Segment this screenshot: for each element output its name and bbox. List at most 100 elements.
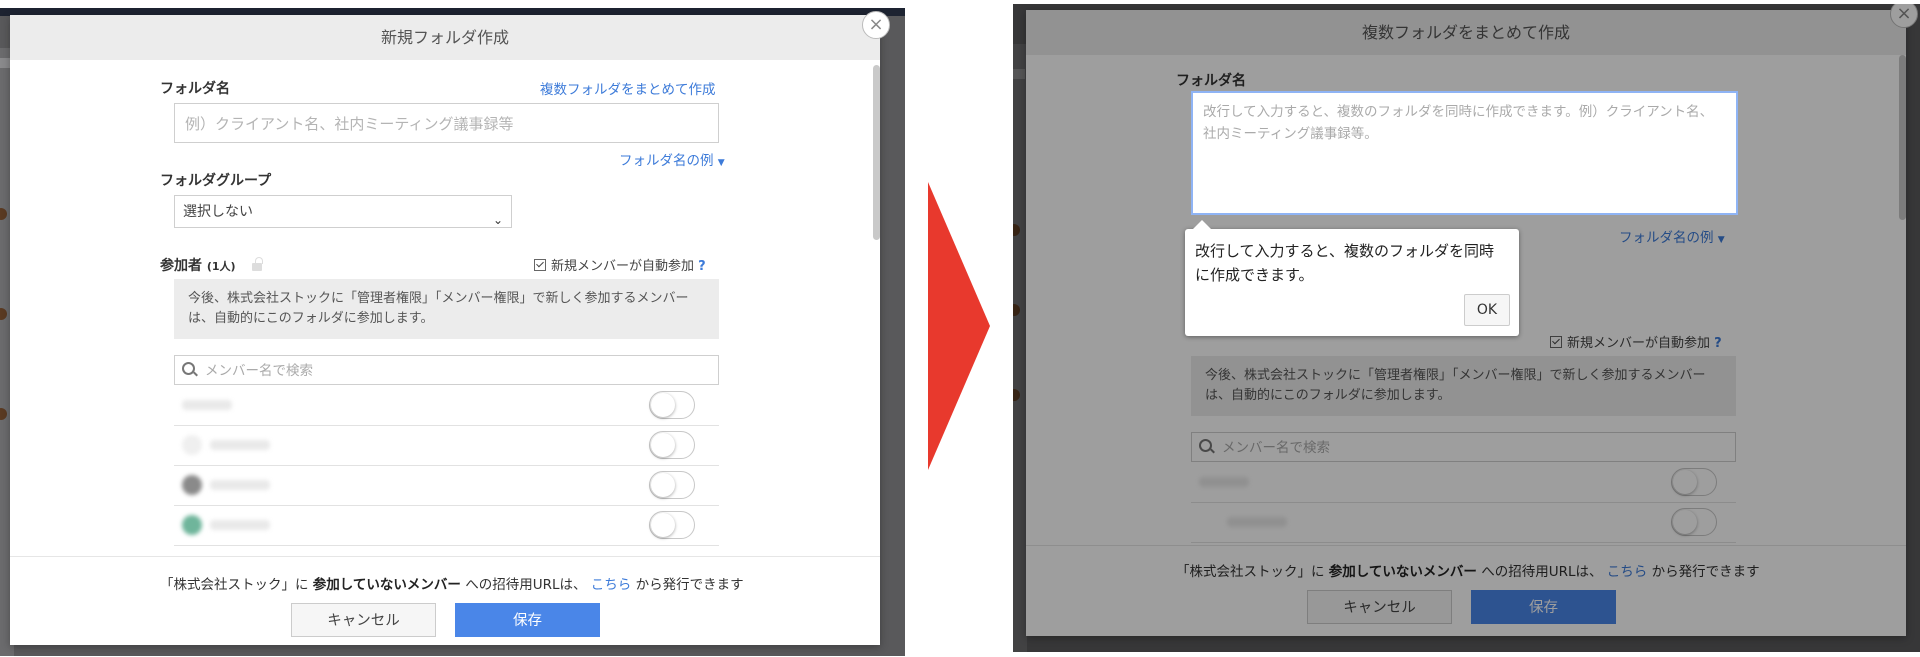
background-avatar (1013, 224, 1020, 236)
blurred-member-name (210, 520, 270, 530)
member-row (174, 385, 719, 426)
modal-scrollbar[interactable] (1899, 55, 1906, 220)
member-search-placeholder: メンバー名で検索 (205, 363, 313, 379)
examples-link-label: フォルダ名の例 (619, 153, 714, 169)
chevron-down-icon: ⌄ (492, 213, 503, 227)
help-icon[interactable]: ? (1714, 336, 1722, 351)
lock-icon (252, 257, 264, 271)
blurred-member-name (182, 400, 232, 410)
close-icon[interactable]: × (1890, 4, 1918, 28)
close-icon[interactable]: × (862, 11, 890, 39)
auto-join-checkbox[interactable]: 新規メンバーが自動参加 ? (1550, 332, 1722, 351)
invite-note-bold: 参加していないメンバー (1328, 564, 1477, 580)
blurred-member-name (210, 440, 270, 450)
modal-footer: 「株式会社ストック」に 参加していないメンバー への招待用URLは、 こちら か… (10, 556, 880, 645)
member-row (1191, 462, 1736, 503)
invite-url-link[interactable]: こちら (1607, 564, 1648, 580)
background-avatar (0, 408, 7, 420)
folder-names-textarea[interactable]: 改行して入力すると、複数のフォルダを同時に作成できます。例）クライアント名、社内… (1191, 91, 1738, 215)
tooltip-text: 改行して入力すると、複数のフォルダを同時に作成できます。 (1195, 242, 1494, 284)
invite-note-middle: への招待用URLは、 (465, 577, 587, 593)
hint-tooltip: 改行して入力すると、複数のフォルダを同時に作成できます。 OK (1185, 220, 1519, 336)
member-toggle[interactable] (1671, 508, 1717, 536)
member-toggle[interactable] (649, 391, 695, 419)
toggle-knob (651, 433, 675, 457)
invite-url-note: 「株式会社ストック」に 参加していないメンバー への招待用URLは、 こちら か… (160, 573, 744, 593)
participants-title: 参加者 (160, 258, 202, 274)
invite-note-prefix: 「株式会社ストック」に (1176, 564, 1325, 580)
auto-join-label: 新規メンバーが自動参加 (551, 259, 695, 274)
before-screenshot: 新規フォルダ作成 フォルダ名 複数フォルダをまとめて作成 例）クライアント名、社… (0, 8, 905, 656)
member-toggle[interactable] (1671, 468, 1717, 496)
blurred-member-name (210, 480, 270, 490)
auto-join-checkbox[interactable]: 新規メンバーが自動参加 ? (534, 255, 706, 274)
bulk-create-link[interactable]: 複数フォルダをまとめて作成 (540, 78, 716, 98)
auto-join-label: 新規メンバーが自動参加 (1567, 336, 1711, 351)
member-toggle[interactable] (649, 471, 695, 499)
blurred-avatar (182, 515, 202, 535)
toggle-knob (1673, 470, 1697, 494)
help-icon[interactable]: ? (698, 259, 706, 274)
folder-names-placeholder: 改行して入力すると、複数のフォルダを同時に作成できます。例）クライアント名、社内… (1203, 104, 1714, 142)
invite-note-prefix: 「株式会社ストック」に (160, 577, 309, 593)
background-avatar (1013, 389, 1020, 401)
auto-join-notice: 今後、株式会社ストックに「管理者権限」「メンバー権限」で新しく参加するメンバーは… (174, 279, 719, 339)
member-toggle[interactable] (649, 431, 695, 459)
toggle-knob (651, 513, 675, 537)
invite-url-note: 「株式会社ストック」に 参加していないメンバー への招待用URLは、 こちら か… (1176, 560, 1760, 580)
toggle-knob (651, 393, 675, 417)
after-screenshot: 複数フォルダをまとめて作成 フォルダ名 フォルダ名の例 ▼ 新規メンバーが自動参… (1013, 4, 1920, 652)
folder-group-selected: 選択しない (183, 204, 253, 220)
caret-down-icon: ▼ (717, 158, 725, 168)
member-search-input[interactable]: メンバー名で検索 (1191, 432, 1736, 462)
modal-scrollbar[interactable] (873, 65, 880, 240)
folder-name-placeholder: 例）クライアント名、社内ミーティング議事録等 (185, 115, 514, 133)
participants-count: (1人) (206, 260, 236, 273)
modal-title: 新規フォルダ作成 (10, 15, 880, 60)
invite-note-suffix: から発行できます (1651, 564, 1760, 580)
folder-name-label: フォルダ名 (160, 81, 230, 97)
cancel-button[interactable]: キャンセル (1307, 590, 1452, 624)
folder-name-examples-link[interactable]: フォルダ名の例 ▼ (619, 149, 725, 169)
tooltip-ok-button[interactable]: OK (1464, 294, 1510, 326)
search-icon (1199, 439, 1212, 452)
member-row (1191, 502, 1736, 543)
participants-label: 参加者 (1人) (160, 255, 264, 275)
invite-note-suffix: から発行できます (635, 577, 744, 593)
background-avatar (0, 308, 7, 320)
checkbox-checked-icon (1550, 336, 1562, 348)
background-text (1013, 69, 1025, 79)
cancel-button[interactable]: キャンセル (291, 603, 436, 637)
blurred-member-name (1199, 477, 1249, 487)
background-avatar (1013, 304, 1020, 316)
caret-down-icon: ▼ (1717, 235, 1725, 245)
examples-link-label: フォルダ名の例 (1619, 230, 1714, 246)
member-toggle[interactable] (649, 511, 695, 539)
background-sidebar (1013, 44, 1027, 652)
save-button[interactable]: 保存 (1471, 590, 1616, 624)
save-button[interactable]: 保存 (455, 603, 600, 637)
member-row (174, 505, 719, 546)
member-row (174, 425, 719, 466)
folder-name-label: フォルダ名 (1176, 73, 1246, 89)
toggle-knob (651, 473, 675, 497)
arrow-right-icon (928, 182, 990, 470)
checkbox-checked-icon (534, 259, 546, 271)
new-folder-modal: 新規フォルダ作成 フォルダ名 複数フォルダをまとめて作成 例）クライアント名、社… (10, 15, 880, 645)
auto-join-notice: 今後、株式会社ストックに「管理者権限」「メンバー権限」で新しく参加するメンバーは… (1191, 356, 1736, 416)
modal-title: 複数フォルダをまとめて作成 (1026, 10, 1906, 55)
blurred-avatar (182, 435, 202, 455)
folder-group-select[interactable]: 選択しない ⌄ (174, 195, 512, 228)
blurred-member-name (1227, 517, 1287, 527)
search-icon (182, 362, 195, 375)
invite-url-link[interactable]: こちら (591, 577, 632, 593)
folder-name-input[interactable]: 例）クライアント名、社内ミーティング議事録等 (174, 103, 719, 143)
invite-note-bold: 参加していないメンバー (312, 577, 461, 593)
blurred-avatar (182, 475, 202, 495)
member-search-placeholder: メンバー名で検索 (1222, 440, 1330, 456)
folder-group-label: フォルダグループ (160, 173, 272, 189)
toggle-knob (1673, 510, 1697, 534)
modal-footer: 「株式会社ストック」に 参加していないメンバー への招待用URLは、 こちら か… (1026, 545, 1906, 636)
folder-name-examples-link[interactable]: フォルダ名の例 ▼ (1619, 226, 1725, 246)
member-search-input[interactable]: メンバー名で検索 (174, 355, 719, 385)
